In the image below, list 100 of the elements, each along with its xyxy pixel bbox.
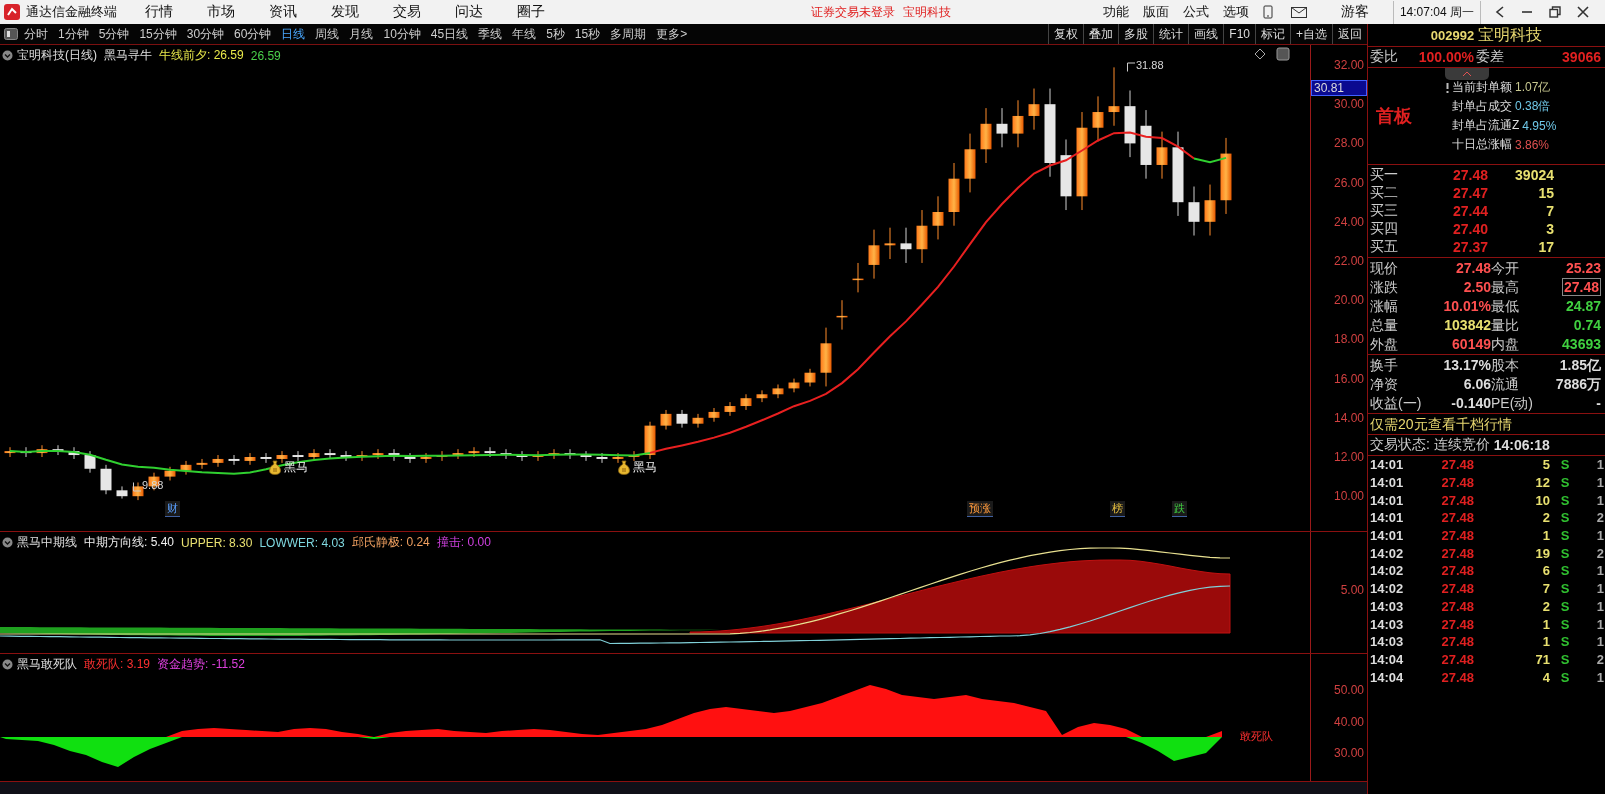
period-tab[interactable]: 周线	[315, 25, 340, 43]
indicator-value: 资金趋势: -11.52	[157, 656, 245, 673]
tick-price: 27.48	[1440, 492, 1474, 508]
field-label: 总量	[1370, 316, 1399, 334]
field-value: 2.50	[1463, 278, 1491, 296]
period-tab[interactable]: 日线	[281, 25, 306, 43]
tick-price: 27.48	[1440, 634, 1474, 650]
field-value: 39066	[1561, 49, 1601, 65]
period-tab[interactable]: 月线	[349, 25, 374, 43]
period-tab[interactable]: 年线	[512, 25, 537, 43]
signal-marker: 财	[165, 501, 180, 517]
field-value: 27.48	[1455, 259, 1491, 277]
tick-volume: 2	[1541, 598, 1550, 614]
menu-item[interactable]: 公式	[1182, 3, 1209, 21]
tick-count: 1	[1595, 669, 1605, 685]
menu-item[interactable]: 问达	[455, 3, 483, 21]
tick-time: 14:03	[1369, 598, 1405, 614]
toolbar-button[interactable]: +自选	[1290, 24, 1332, 44]
axis-label: 20.00	[1333, 293, 1364, 308]
field-label: 封单占流通Z	[1452, 117, 1520, 134]
promo-link[interactable]: 仅需20元查看千档行情	[1368, 414, 1605, 435]
indicator-name[interactable]: 黑马敢死队	[17, 656, 77, 673]
bid-volume: 3	[1545, 221, 1554, 237]
toolbar-button[interactable]: F10	[1223, 24, 1255, 44]
toolbar-button[interactable]: 多股	[1118, 24, 1154, 44]
period-tab[interactable]: 30分钟	[186, 25, 225, 43]
diamond-icon	[1254, 48, 1266, 60]
period-tab[interactable]: 10分钟	[383, 25, 421, 43]
field-value: 27.48	[1561, 278, 1601, 296]
period-tab[interactable]: 60分钟	[234, 25, 272, 43]
menu-item[interactable]: 发现	[331, 3, 359, 21]
signal-marker: 预涨	[967, 501, 993, 517]
collapse-handle[interactable]	[1445, 68, 1489, 80]
indicator-value: 中期方向线: 5.40	[84, 534, 175, 551]
menu-item[interactable]: 版面	[1142, 3, 1169, 21]
toolbar-button[interactable]: 标记	[1255, 24, 1290, 44]
field-label: 最低	[1491, 297, 1520, 315]
axis-label: 30.00	[1333, 746, 1364, 760]
menu-item[interactable]: 圈子	[517, 3, 545, 21]
tick-volume: 2	[1541, 510, 1550, 526]
indicator-value: 邱氏静极: 0.24	[351, 534, 430, 551]
menu-item[interactable]: 资讯	[269, 3, 297, 21]
stock-name: 宝明科技	[1478, 24, 1543, 45]
tick-price: 27.48	[1440, 563, 1474, 579]
signal-label: 黑马	[284, 459, 308, 476]
login-notice[interactable]: 证券交易未登录	[810, 3, 895, 21]
toolbar-button[interactable]: 返回	[1332, 24, 1367, 44]
indicator-name[interactable]: 黑马中期线	[17, 534, 77, 551]
field-label: 涨幅	[1370, 297, 1399, 315]
period-tab[interactable]: 15秒	[574, 25, 601, 43]
menu-item[interactable]: 行情	[145, 3, 173, 21]
tick-count: 2	[1595, 510, 1605, 526]
toolbar-button[interactable]: 画线	[1188, 24, 1224, 44]
tick-side: S	[1559, 492, 1571, 508]
period-tab[interactable]: 5秒	[546, 25, 565, 43]
field-label: 委差	[1476, 48, 1504, 66]
field-label: 买二	[1370, 184, 1398, 202]
price-label: 31.88	[1136, 59, 1164, 71]
field-label: 外盘	[1370, 335, 1399, 353]
period-tab[interactable]: 45日线	[430, 25, 469, 43]
indicator-name[interactable]: 宝明科技(日线)	[17, 47, 97, 64]
tick-count: 1	[1595, 616, 1605, 632]
status-time: 14:06:18	[1493, 437, 1550, 453]
tick-price: 27.48	[1440, 651, 1474, 667]
period-tab[interactable]: 分时	[24, 25, 48, 43]
tick-time: 14:01	[1369, 457, 1405, 473]
dropdown-circle-icon	[2, 50, 13, 61]
leader-line	[133, 482, 141, 492]
bid-price: 27.47	[1451, 185, 1488, 201]
menu-item[interactable]: 市场	[207, 3, 235, 21]
menu-item[interactable]: 交易	[393, 3, 421, 21]
menu-item[interactable]: 选项	[1222, 3, 1249, 21]
toolbar-button[interactable]: 复权	[1048, 24, 1084, 44]
menu-item[interactable]: 功能	[1102, 3, 1129, 21]
restore-icon	[1549, 6, 1561, 18]
toolbar-button[interactable]: 叠加	[1083, 24, 1119, 44]
period-tab[interactable]: 季线	[478, 25, 503, 43]
period-tab[interactable]: 5分钟	[98, 25, 130, 43]
tick-price: 27.48	[1440, 598, 1474, 614]
tick-count: 1	[1595, 634, 1605, 650]
field-label: 量比	[1491, 316, 1520, 334]
indicator-value: 26.59	[250, 48, 281, 63]
tick-volume: 4	[1541, 669, 1550, 685]
user-label[interactable]: 游客	[1340, 3, 1369, 21]
tick-time: 14:01	[1369, 492, 1405, 508]
period-tab[interactable]: 多周期	[610, 25, 647, 43]
period-tab[interactable]: 1分钟	[58, 25, 89, 43]
toolbar-button[interactable]: 统计	[1153, 24, 1189, 44]
period-tab[interactable]: 15分钟	[139, 25, 177, 43]
indicator-name[interactable]: 黑马寻牛	[104, 47, 152, 64]
field-value: 103842	[1444, 316, 1491, 334]
status-label: 交易状态: 连续竞价	[1370, 436, 1490, 454]
indicator-value: 敢死队: 3.19	[84, 656, 151, 673]
tick-count: 1	[1595, 598, 1605, 614]
stock-name-link[interactable]: 宝明科技	[902, 3, 951, 21]
field-label: 买三	[1370, 202, 1398, 220]
app-name: 通达信金融终端	[26, 3, 117, 21]
period-tab[interactable]: 更多>	[656, 25, 688, 43]
axis-label: 18.00	[1333, 332, 1364, 347]
tick-volume: 71	[1534, 651, 1550, 667]
